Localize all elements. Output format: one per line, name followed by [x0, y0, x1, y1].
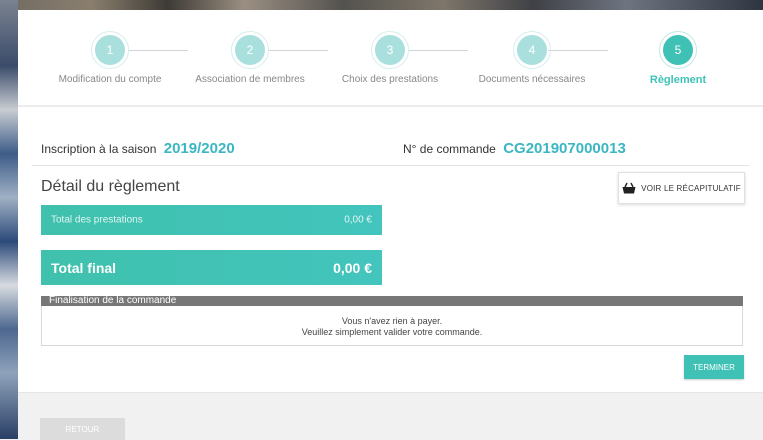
step-number: 3	[371, 31, 409, 69]
total-services-row: Total des prestations 0,00 €	[41, 205, 382, 235]
total-services-label: Total des prestations	[51, 214, 143, 226]
order-number: CG201907000013	[503, 140, 626, 157]
step-number: 2	[231, 31, 269, 69]
finish-button[interactable]: TERMINER	[684, 355, 744, 379]
view-summary-label: VOIR LE RÉCAPITULATIF	[641, 183, 741, 193]
basket-icon	[622, 182, 636, 194]
step-label: Modification du compte	[58, 74, 162, 85]
finalisation-message: Vous n'avez rien à payer. Veuillez simpl…	[41, 306, 743, 346]
step-3[interactable]: 3 Choix des prestations	[320, 31, 460, 85]
step-number: 4	[513, 31, 551, 69]
background-photo-left	[0, 0, 18, 439]
payment-detail-title: Détail du règlement	[41, 178, 180, 195]
finalisation-line-1: Vous n'avez rien à payer.	[341, 316, 443, 326]
total-final-value: 0,00 €	[333, 259, 372, 276]
step-number: 5	[659, 31, 697, 69]
season-value: 2019/2020	[163, 140, 235, 157]
step-4[interactable]: 4 Documents nécessaires	[462, 31, 602, 85]
finalisation-header: Finalisation de la commande	[41, 296, 743, 306]
finalisation-line-2: Veuillez simplement valider votre comman…	[301, 327, 483, 337]
season-info: Inscription à la saison 2019/2020	[41, 140, 235, 157]
step-label: Association de membres	[195, 74, 305, 85]
season-label: Inscription à la saison	[41, 142, 157, 156]
total-services-value: 0,00 €	[344, 214, 372, 226]
step-2[interactable]: 2 Association de membres	[180, 31, 320, 85]
footer-bar: RETOUR	[18, 392, 763, 440]
step-1[interactable]: 1 Modification du compte	[40, 31, 180, 85]
step-5[interactable]: 5 Règlement	[608, 31, 748, 86]
order-label: N° de commande	[403, 142, 496, 156]
step-label: Règlement	[649, 74, 707, 86]
view-summary-button[interactable]: VOIR LE RÉCAPITULATIF	[618, 172, 745, 204]
step-label: Choix des prestations	[341, 74, 439, 85]
back-button[interactable]: RETOUR	[40, 418, 125, 440]
checkout-panel: 1 Modification du compte 2 Association d…	[18, 10, 763, 440]
total-final-label: Total final	[51, 259, 117, 276]
section-divider	[18, 105, 763, 107]
info-divider	[32, 165, 749, 166]
step-number: 1	[91, 31, 129, 69]
step-label: Documents nécessaires	[478, 74, 586, 85]
order-info: N° de commande CG201907000013	[403, 140, 626, 157]
checkout-stepper: 1 Modification du compte 2 Association d…	[18, 10, 763, 105]
total-final-row: Total final 0,00 €	[41, 250, 382, 285]
